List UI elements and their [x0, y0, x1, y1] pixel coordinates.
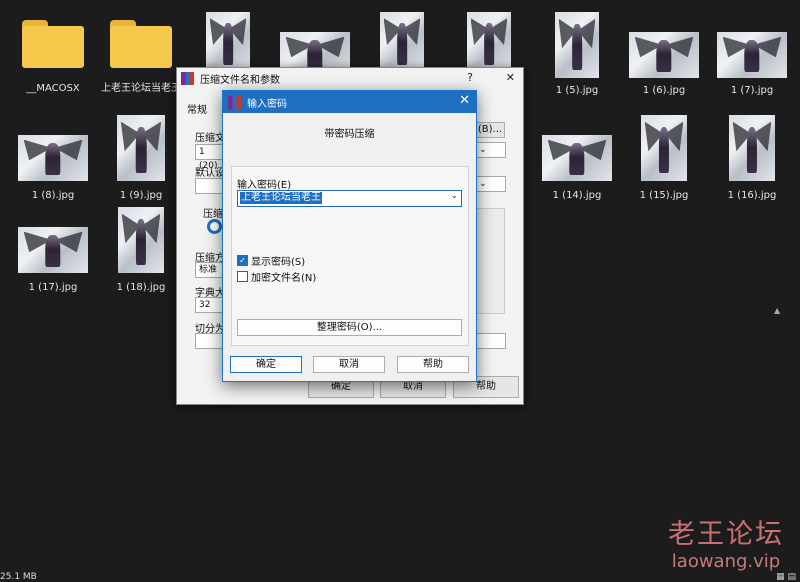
file-item[interactable]: 1 (8).jpg: [9, 117, 97, 202]
item-label: 1 (15).jpg: [639, 190, 689, 201]
file-item[interactable]: 1 (14).jpg: [533, 117, 621, 202]
watermark-en: laowang.vip: [671, 551, 781, 572]
password-label: 输入密码(E): [237, 180, 292, 191]
ok-button[interactable]: 确定: [230, 356, 302, 373]
folder-item-laowang[interactable]: 上老王论坛当老王: [97, 10, 185, 95]
file-item[interactable]: 1 (9).jpg: [97, 115, 185, 202]
tab-general[interactable]: 常规: [187, 101, 207, 116]
item-label: 1 (16).jpg: [727, 190, 777, 201]
password-dialog-title: 输入密码: [247, 98, 287, 110]
item-label: 1 (7).jpg: [730, 85, 774, 96]
item-label: 1 (14).jpg: [552, 190, 602, 201]
show-password-checkbox[interactable]: ✓ 显示密码(S): [237, 253, 305, 268]
password-dialog-titlebar[interactable]: 输入密码: [223, 91, 476, 113]
archive-dialog-title: 压缩文件名和参数: [200, 74, 280, 86]
password-heading: 带密码压缩: [324, 129, 375, 140]
show-password-label: 显示密码(S): [251, 257, 306, 268]
encrypt-names-checkbox[interactable]: 加密文件名(N): [237, 269, 316, 284]
folder-icon: [110, 20, 172, 68]
file-item[interactable]: [358, 10, 446, 74]
update-mode-select[interactable]: ⌄: [475, 142, 506, 158]
format-radio[interactable]: [207, 219, 222, 234]
chevron-down-icon: ⌄: [479, 179, 487, 189]
file-item[interactable]: 1 (15).jpg: [620, 115, 708, 202]
item-label: 1 (6).jpg: [642, 85, 686, 96]
check-icon: ✓: [237, 255, 248, 266]
image-thumbnail: [629, 32, 699, 78]
selection-size: 25.1 MB: [0, 572, 37, 582]
file-item[interactable]: 1 (16).jpg: [708, 115, 796, 202]
image-thumbnail: [380, 12, 424, 72]
cancel-button[interactable]: 取消: [313, 356, 385, 373]
image-thumbnail: [641, 115, 687, 181]
image-thumbnail: [467, 12, 511, 72]
image-thumbnail: [18, 135, 88, 181]
image-thumbnail: [555, 12, 599, 78]
image-thumbnail: [729, 115, 775, 181]
item-label: 1 (17).jpg: [28, 282, 78, 293]
winrar-icon: [228, 95, 241, 109]
watermark: 老王论坛 laowang.vip: [668, 512, 784, 572]
image-thumbnail: [206, 12, 250, 72]
options-group: [473, 208, 505, 314]
image-thumbnail: [117, 115, 165, 181]
default-profile-label: 默认设: [195, 168, 225, 179]
chevron-down-icon[interactable]: ⌄: [450, 191, 458, 201]
item-label: 上老王论坛当老王: [101, 83, 181, 94]
browse-button[interactable]: (B)...: [475, 122, 505, 138]
item-label: 1 (5).jpg: [555, 85, 599, 96]
archive-name-label: 压缩文: [195, 133, 225, 144]
file-item[interactable]: [445, 10, 533, 74]
encrypt-names-label: 加密文件名(N): [251, 273, 317, 284]
password-input[interactable]: 上老王论坛当老王 ⌄: [237, 190, 462, 207]
watermark-cn: 老王论坛: [668, 519, 784, 550]
file-item[interactable]: 1 (7).jpg: [708, 10, 796, 97]
view-toggle-icon[interactable]: ▦ ▤: [776, 572, 796, 582]
help-icon[interactable]: ?: [467, 71, 473, 84]
winrar-icon: [181, 71, 194, 85]
close-icon[interactable]: ✕: [506, 71, 515, 84]
image-thumbnail: [118, 207, 164, 273]
file-item[interactable]: [271, 10, 359, 78]
status-bar: 25.1 MB ▦ ▤: [0, 572, 800, 582]
password-dialog: 输入密码 ✕ 带密码压缩 输入密码(E) 上老王论坛当老王 ⌄ ✓ 显示密码(S…: [222, 90, 477, 382]
file-item[interactable]: 1 (5).jpg: [533, 10, 621, 97]
item-label: __MACOSX: [26, 83, 80, 94]
checkbox-box: [237, 271, 248, 282]
folder-icon: [22, 20, 84, 68]
file-item[interactable]: 1 (6).jpg: [620, 10, 708, 97]
archive-format-label: 压缩: [203, 209, 223, 220]
help-button[interactable]: 帮助: [397, 356, 469, 373]
folder-item-macosx[interactable]: __MACOSX: [9, 10, 97, 95]
scroll-up-arrow[interactable]: ▲: [774, 306, 784, 315]
password-value: 上老王论坛当老王: [240, 192, 322, 204]
file-item[interactable]: 1 (17).jpg: [9, 209, 97, 294]
item-label: 1 (8).jpg: [31, 190, 75, 201]
chevron-down-icon: ⌄: [479, 145, 487, 155]
organize-passwords-button[interactable]: 整理密码(O)...: [237, 319, 462, 336]
image-thumbnail: [18, 227, 88, 273]
file-item[interactable]: [184, 10, 272, 74]
item-label: 1 (9).jpg: [119, 190, 163, 201]
image-thumbnail: [542, 135, 612, 181]
file-item[interactable]: 1 (18).jpg: [97, 207, 185, 294]
options-select[interactable]: ⌄: [475, 176, 506, 192]
close-icon[interactable]: ✕: [459, 93, 470, 108]
image-thumbnail: [717, 32, 787, 78]
item-label: 1 (18).jpg: [116, 282, 166, 293]
split-unit-select[interactable]: [475, 333, 506, 349]
